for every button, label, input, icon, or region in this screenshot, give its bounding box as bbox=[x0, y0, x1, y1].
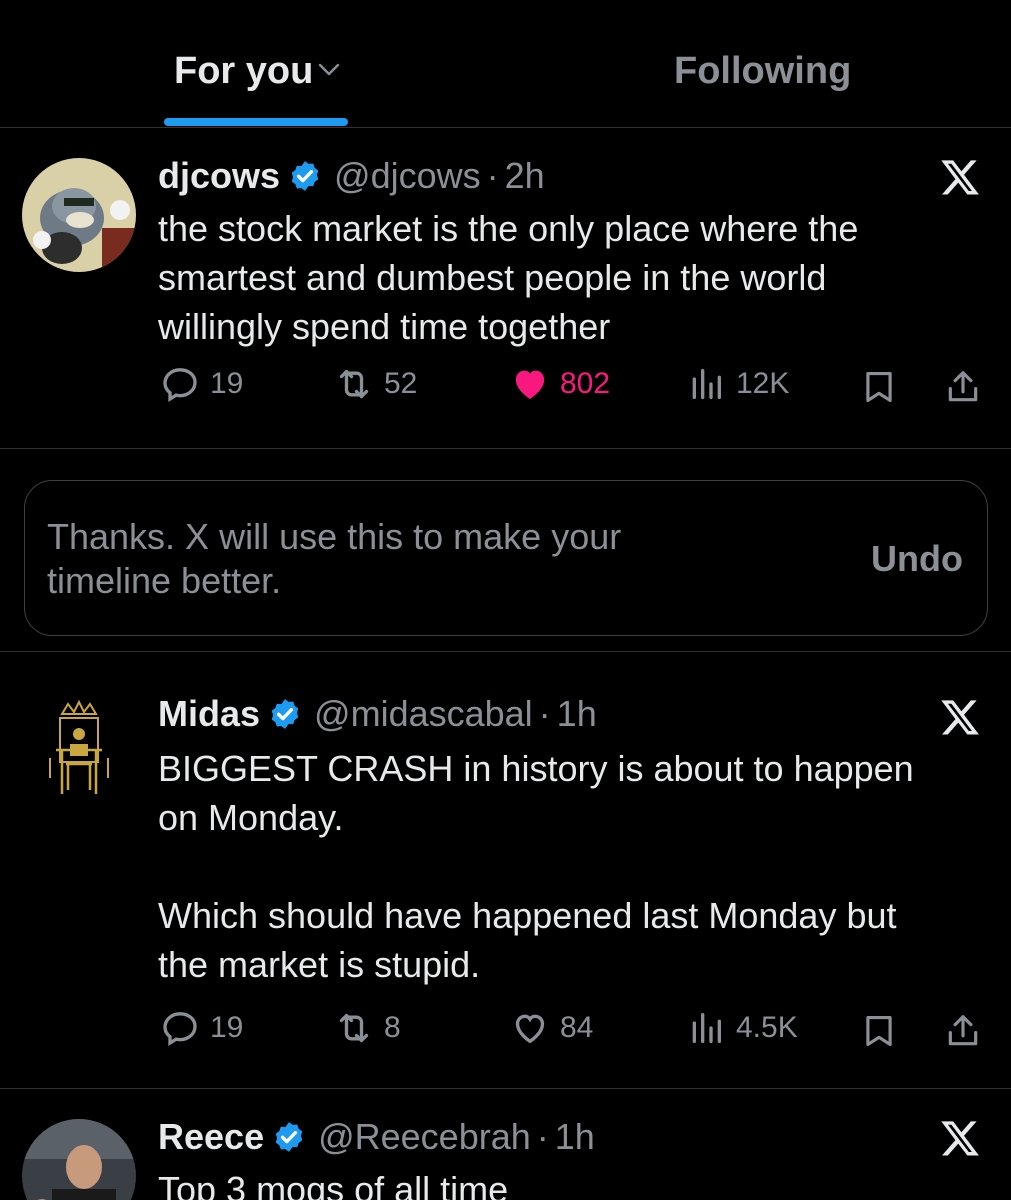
undo-button[interactable]: Undo bbox=[871, 537, 963, 581]
feedback-message: Thanks. X will use this to make your tim… bbox=[47, 516, 622, 601]
author-name[interactable]: Midas bbox=[158, 690, 260, 738]
timestamp[interactable]: 1h bbox=[555, 1113, 595, 1161]
tweet-header: Reece @Reecebrah · 1h bbox=[158, 1113, 595, 1161]
tweet[interactable]: Reece @Reecebrah · 1h Top 3 mogs of all … bbox=[0, 1089, 1011, 1200]
like-count: 84 bbox=[560, 1011, 594, 1044]
tweet-text: Top 3 mogs of all time bbox=[158, 1169, 509, 1200]
like-count: 802 bbox=[560, 367, 611, 400]
tweet-header: Midas @midascabal · 1h bbox=[158, 690, 597, 738]
timeline-tabs: For you Following bbox=[0, 0, 1011, 128]
chevron-down-icon[interactable] bbox=[318, 63, 340, 77]
separator-dot: · bbox=[538, 693, 551, 734]
verified-badge-icon bbox=[291, 161, 319, 191]
heart-icon bbox=[515, 1014, 545, 1044]
divider bbox=[0, 448, 1011, 449]
tweet-header: djcows @djcows · 2h bbox=[158, 152, 545, 200]
repost-count: 8 bbox=[384, 1011, 401, 1044]
separator-dot: · bbox=[486, 155, 499, 196]
x-logo-icon[interactable] bbox=[939, 156, 981, 198]
tweet-actions: 19 52 802 12K bbox=[0, 364, 1011, 414]
repost-count: 52 bbox=[384, 367, 418, 400]
reply-count: 19 bbox=[210, 1011, 244, 1044]
verified-badge-icon bbox=[271, 699, 299, 729]
author-handle[interactable]: @djcows bbox=[334, 152, 481, 200]
share-button[interactable] bbox=[944, 368, 982, 411]
tweet[interactable]: Midas @midascabal · 1h BIGGEST CRASH in … bbox=[0, 652, 1011, 1088]
tweet-text: BIGGEST CRASH in history is about to hap… bbox=[158, 748, 914, 985]
timestamp[interactable]: 1h bbox=[557, 690, 597, 738]
share-button[interactable] bbox=[944, 1012, 982, 1055]
tweet[interactable]: djcows @djcows · 2h the stock market is … bbox=[0, 128, 1011, 448]
reply-icon bbox=[163, 368, 197, 403]
repost-icon bbox=[339, 369, 369, 399]
separator-dot: · bbox=[536, 1116, 549, 1157]
tweet-text: the stock market is the only place where… bbox=[158, 208, 859, 347]
author-handle[interactable]: @Reecebrah bbox=[318, 1113, 531, 1161]
repost-button[interactable]: 8 bbox=[334, 1008, 401, 1048]
views-chart-icon bbox=[692, 369, 721, 399]
verified-badge-icon bbox=[275, 1122, 303, 1152]
x-logo-icon[interactable] bbox=[939, 696, 981, 738]
reply-icon bbox=[163, 1012, 197, 1047]
author-handle[interactable]: @midascabal bbox=[314, 690, 533, 738]
avatar[interactable] bbox=[22, 692, 136, 806]
heart-filled-icon bbox=[515, 370, 545, 399]
avatar[interactable] bbox=[22, 1119, 136, 1200]
timestamp[interactable]: 2h bbox=[505, 152, 545, 200]
repost-button[interactable]: 52 bbox=[334, 364, 417, 404]
like-button[interactable]: 802 bbox=[510, 364, 610, 404]
x-logo-icon[interactable] bbox=[939, 1117, 981, 1159]
bookmark-button[interactable] bbox=[860, 1012, 898, 1055]
author-name[interactable]: Reece bbox=[158, 1113, 264, 1161]
bookmark-button[interactable] bbox=[860, 368, 898, 411]
views-button[interactable]: 12K bbox=[686, 364, 789, 404]
repost-icon bbox=[339, 1013, 369, 1043]
tweet-actions: 19 8 84 4.5K bbox=[0, 1008, 1011, 1058]
views-button[interactable]: 4.5K bbox=[686, 1008, 798, 1048]
tab-for-you[interactable]: For you bbox=[174, 44, 313, 98]
share-icon bbox=[948, 371, 978, 402]
reply-button[interactable]: 19 bbox=[160, 1008, 243, 1048]
bookmark-icon bbox=[866, 1015, 892, 1047]
share-icon bbox=[948, 1015, 978, 1046]
reply-count: 19 bbox=[210, 367, 244, 400]
views-count: 12K bbox=[736, 367, 790, 400]
like-button[interactable]: 84 bbox=[510, 1008, 593, 1048]
views-count: 4.5K bbox=[736, 1011, 798, 1044]
avatar[interactable] bbox=[22, 158, 136, 272]
reply-button[interactable]: 19 bbox=[160, 364, 243, 404]
feedback-banner: Thanks. X will use this to make your tim… bbox=[24, 480, 988, 636]
active-tab-indicator bbox=[164, 118, 348, 126]
bookmark-icon bbox=[866, 371, 892, 403]
tab-following[interactable]: Following bbox=[674, 44, 851, 98]
views-chart-icon bbox=[692, 1013, 721, 1043]
author-name[interactable]: djcows bbox=[158, 152, 280, 200]
